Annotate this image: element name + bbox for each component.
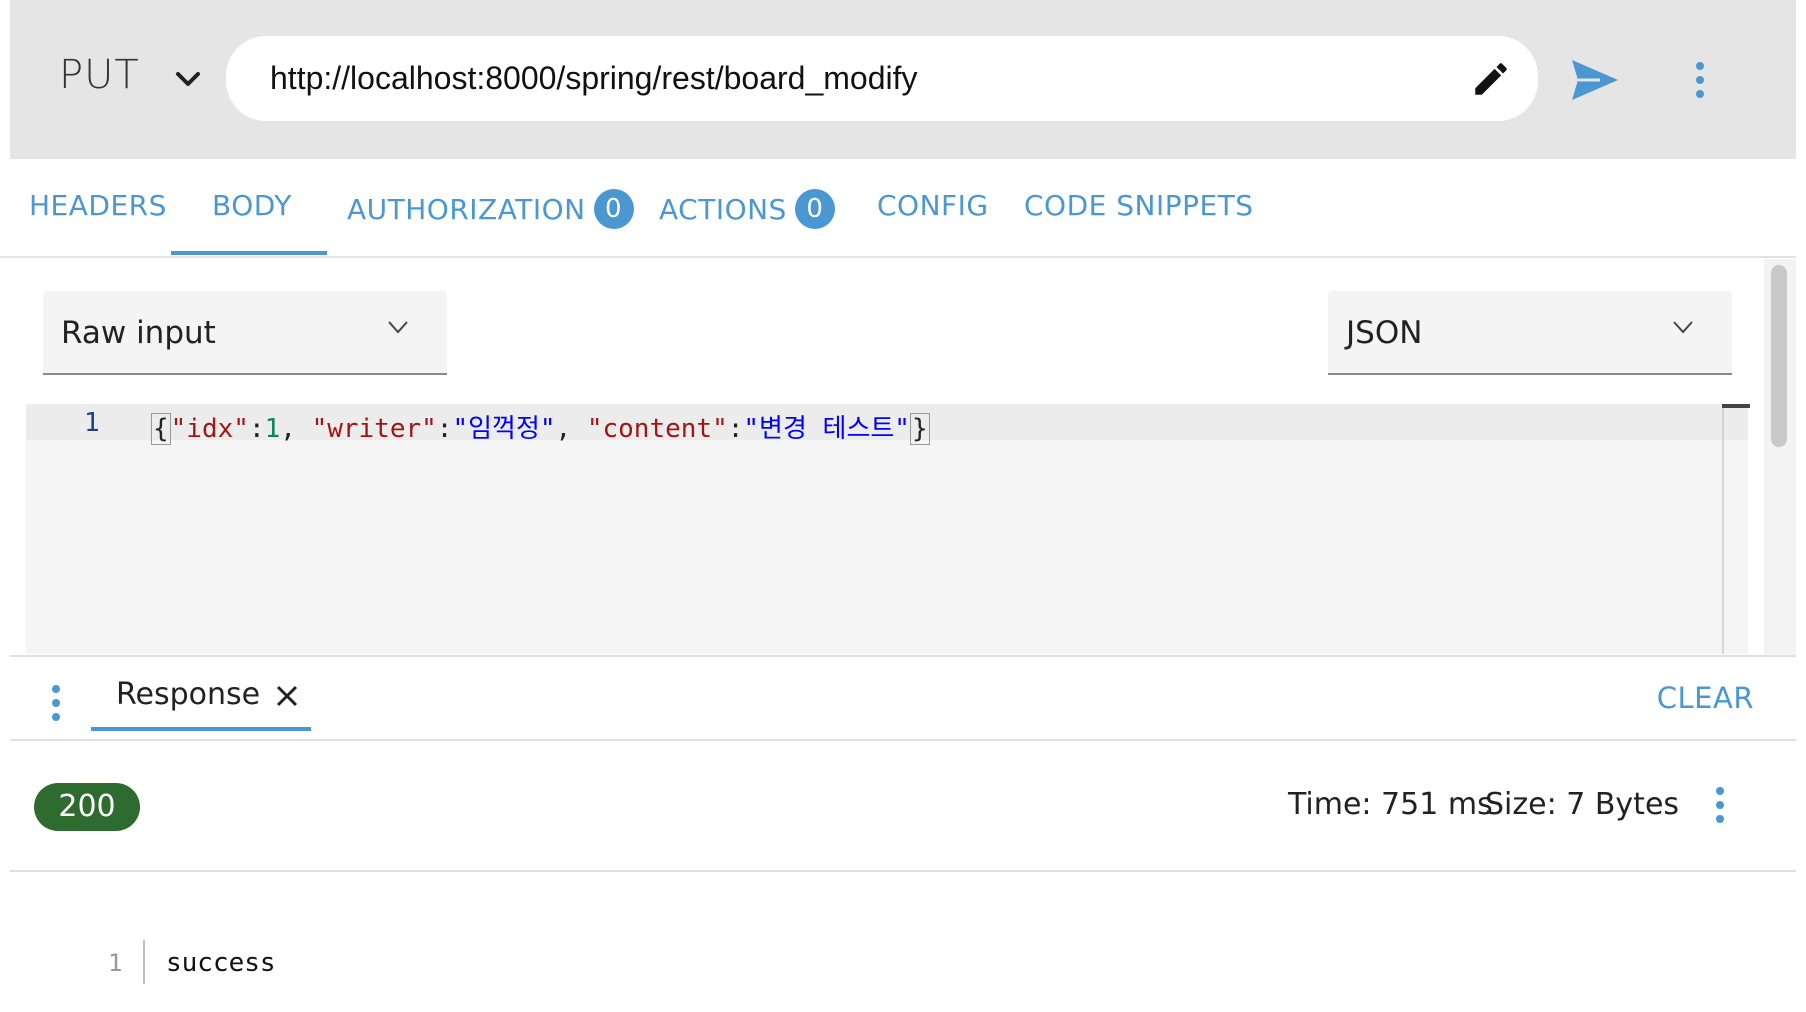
actions-count-badge: 0 xyxy=(794,189,835,229)
editor-cursor-marker xyxy=(1722,404,1750,408)
tab-body[interactable]: BODY xyxy=(212,189,292,222)
app-window: PUT http://localhost:8000/spring/rest/bo… xyxy=(0,0,1806,1012)
tab-headers-label: HEADERS xyxy=(29,189,167,222)
json-value-content: "변경 테스트" xyxy=(743,414,910,444)
clear-button[interactable]: CLEAR xyxy=(1657,681,1754,715)
response-tab-label[interactable]: Response xyxy=(116,677,260,712)
response-time: Time: 751 ms xyxy=(1288,787,1493,822)
tab-headers[interactable]: HEADERS xyxy=(29,189,167,222)
input-type-value: Raw input xyxy=(61,315,216,351)
request-tabs: HEADERS BODY AUTHORIZATION 0 ACTIONS 0 CON… xyxy=(0,159,1796,258)
input-type-select[interactable]: Raw input xyxy=(43,291,447,375)
comma: , xyxy=(280,414,312,444)
scrollbar-thumb[interactable] xyxy=(1771,265,1787,447)
content-type-select[interactable]: JSON xyxy=(1328,291,1732,375)
tab-config-label: CONFIG xyxy=(877,189,989,222)
colon: : xyxy=(436,414,453,444)
status-badge: 200 xyxy=(34,783,140,831)
json-key-content: "content" xyxy=(586,414,728,444)
code-line[interactable]: {"idx":1, "writer":"임꺽정", "content":"변경 … xyxy=(151,408,930,445)
request-bar: PUT http://localhost:8000/spring/rest/bo… xyxy=(10,0,1796,159)
body-editor[interactable]: 1 {"idx":1, "writer":"임꺽정", "content":"변… xyxy=(26,404,1750,654)
response-body[interactable]: success xyxy=(166,948,276,978)
response-header-bar: Response CLEAR xyxy=(10,655,1796,741)
tab-code-snippets[interactable]: CODE SNIPPETS xyxy=(1024,189,1254,222)
chevron-down-icon xyxy=(388,321,408,334)
close-brace: } xyxy=(909,413,930,445)
response-status-row: 200 Time: 751 ms Size: 7 Bytes xyxy=(10,741,1796,872)
kebab-menu-icon[interactable] xyxy=(1710,785,1730,827)
url-input[interactable]: http://localhost:8000/spring/rest/board_… xyxy=(226,36,1538,121)
tab-code-snippets-label: CODE SNIPPETS xyxy=(1024,189,1254,222)
json-key-idx: "idx" xyxy=(170,414,249,444)
json-key-writer: "writer" xyxy=(311,414,437,444)
active-tab-indicator xyxy=(171,251,327,255)
url-text[interactable]: http://localhost:8000/spring/rest/board_… xyxy=(270,60,917,97)
response-size: Size: 7 Bytes xyxy=(1485,787,1680,822)
tab-actions-label: ACTIONS xyxy=(659,192,787,226)
scrollbar[interactable] xyxy=(1764,259,1796,655)
chevron-down-icon xyxy=(1673,321,1693,334)
json-value-writer: "임꺽정" xyxy=(452,414,556,444)
editor-overview-ruler xyxy=(1722,404,1724,654)
tab-config[interactable]: CONFIG xyxy=(877,189,989,222)
close-icon[interactable] xyxy=(274,683,300,709)
open-brace: { xyxy=(151,413,171,445)
tab-authorization-label: AUTHORIZATION xyxy=(347,192,586,226)
content-type-value: JSON xyxy=(1346,315,1423,351)
response-line-number: 1 xyxy=(108,949,123,977)
send-icon[interactable] xyxy=(1570,58,1620,102)
method-selector[interactable]: PUT xyxy=(59,52,140,98)
response-tab-indicator xyxy=(91,727,311,731)
kebab-menu-icon[interactable] xyxy=(1690,60,1710,102)
chevron-down-icon[interactable] xyxy=(170,64,206,94)
json-value-idx: 1 xyxy=(264,414,281,444)
authorization-count-badge: 0 xyxy=(593,189,634,229)
comma: , xyxy=(555,414,587,444)
line-number: 1 xyxy=(84,408,100,438)
tab-body-label: BODY xyxy=(212,189,292,222)
colon: : xyxy=(248,414,265,444)
colon: : xyxy=(727,414,744,444)
tab-actions[interactable]: ACTIONS 0 xyxy=(659,189,835,229)
tab-authorization[interactable]: AUTHORIZATION 0 xyxy=(347,189,634,229)
response-gutter-divider xyxy=(143,940,145,984)
kebab-menu-icon[interactable] xyxy=(46,683,66,725)
edit-pencil-icon[interactable] xyxy=(1470,58,1512,100)
